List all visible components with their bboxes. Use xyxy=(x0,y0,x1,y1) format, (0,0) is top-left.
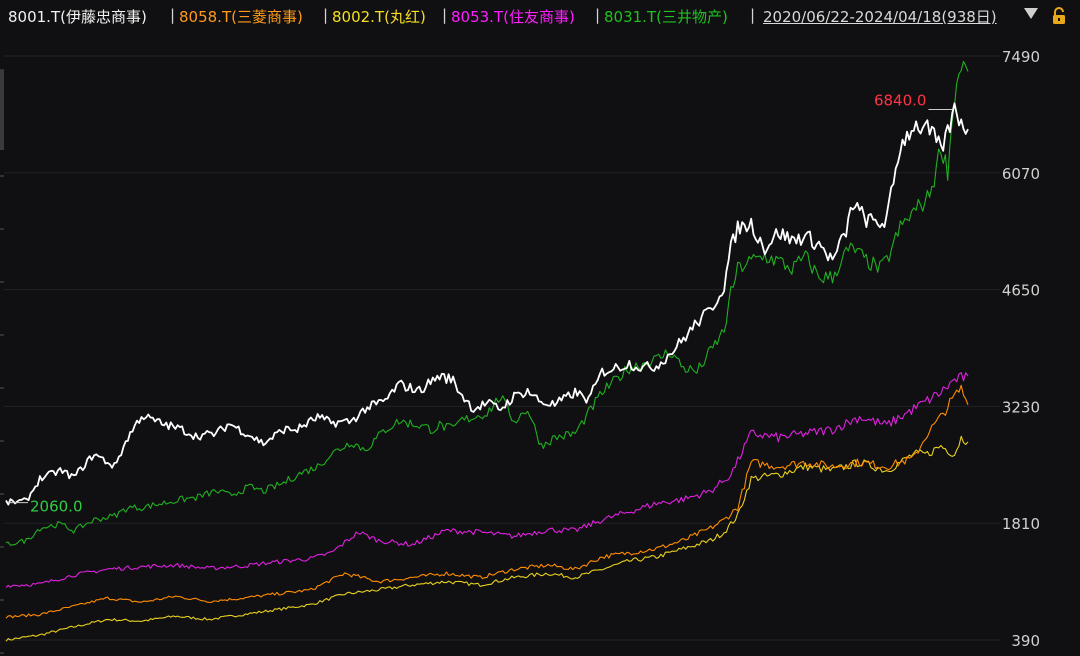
y-tick-label: 390 xyxy=(1011,632,1040,650)
legend-separator: | xyxy=(442,6,448,24)
legend-separator: | xyxy=(595,6,601,24)
y-tick-label: 4650 xyxy=(1002,282,1040,300)
legend-item-2[interactable]: 8058.T(三菱商事) xyxy=(179,6,303,27)
legend-separator: | xyxy=(750,6,756,24)
y-tick-label: 3230 xyxy=(1002,398,1040,416)
legend-separator: | xyxy=(170,6,176,24)
series-line-4 xyxy=(5,384,969,619)
chart-header: 8001.T(伊藤忠商事) 8058.T(三菱商事) 8002.T(丸红) 8053.… xyxy=(0,0,1080,32)
legend-separator: | xyxy=(323,6,329,24)
y-tick-label: 7490 xyxy=(1002,48,1040,66)
chevron-down-icon[interactable] xyxy=(1024,8,1038,19)
legend-item-3[interactable]: 8002.T(丸红) xyxy=(332,6,426,27)
y-tick-label: 1810 xyxy=(1002,515,1040,533)
max-price-annotation: 6840.0 xyxy=(874,91,927,109)
series-line-2 xyxy=(6,60,969,546)
legend-item-1[interactable]: 8001.T(伊藤忠商事) xyxy=(8,6,147,27)
series-line-1 xyxy=(5,102,969,506)
price-chart: 390 1810 3230 4650 6070 7490 6840.0 2060.0 xyxy=(0,48,1040,654)
chart-scroll-handle[interactable] xyxy=(0,70,4,150)
series-line-3 xyxy=(5,372,969,588)
series-line-5 xyxy=(5,435,969,642)
date-range-label[interactable]: 2020/06/22-2024/04/18(938日) xyxy=(763,6,997,27)
annotations: 6840.0 2060.0 xyxy=(8,91,953,516)
lock-icon[interactable] xyxy=(1050,7,1068,25)
series-lines xyxy=(5,60,969,642)
grid-lines xyxy=(0,55,1000,654)
legend-item-5[interactable]: 8031.T(三井物产) xyxy=(604,6,728,27)
y-tick-label: 6070 xyxy=(1002,165,1040,183)
min-price-annotation: 2060.0 xyxy=(30,498,83,516)
y-axis-labels: 390 1810 3230 4650 6070 7490 xyxy=(1002,48,1040,650)
legend-item-4[interactable]: 8053.T(住友商事) xyxy=(451,6,575,27)
